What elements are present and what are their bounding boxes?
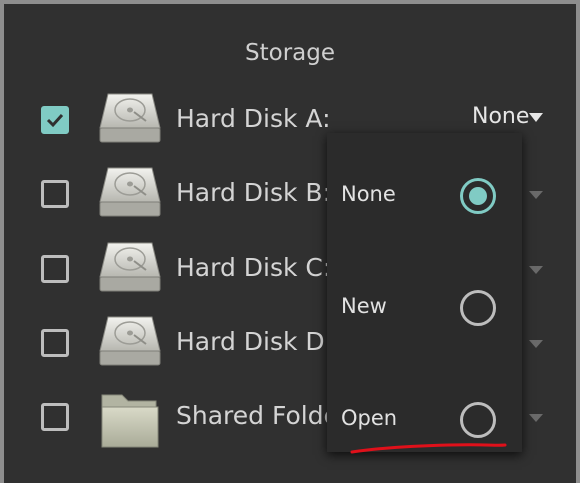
hard-disk-b-checkbox[interactable] [41,180,69,208]
hard-disk-c-label: Hard Disk C: [176,253,332,282]
hard-disk-d-label: Hard Disk D: [176,327,334,356]
dropdown-arrow-icon[interactable] [529,266,543,274]
menu-option-none[interactable]: None [327,144,522,244]
menu-option-none-label: None [341,182,396,206]
radio-unselected-icon[interactable] [460,402,496,438]
shared-folder-checkbox[interactable] [41,403,69,431]
storage-source-menu: None New Open [327,133,522,454]
menu-option-new[interactable]: New [327,256,522,356]
hard-disk-d-checkbox[interactable] [41,329,69,357]
hard-disk-a-checkbox[interactable] [41,106,69,134]
folder-icon [101,394,159,448]
radio-unselected-icon[interactable] [460,290,496,326]
radio-selected-icon[interactable] [460,178,496,214]
dropdown-arrow-icon[interactable] [529,414,543,422]
hard-disk-icon [99,242,161,292]
hard-disk-a-dropdown-value[interactable]: None [472,104,529,129]
dropdown-arrow-icon[interactable] [529,340,543,348]
hard-disk-a-label: Hard Disk A: [176,104,331,133]
red-underline-annotation [350,443,507,454]
hard-disk-icon [99,93,161,143]
hard-disk-c-checkbox[interactable] [41,255,69,283]
menu-option-open-label: Open [341,406,398,430]
checkmark-icon [46,113,64,128]
storage-title: Storage [245,40,335,66]
hard-disk-icon [99,316,161,366]
dropdown-arrow-icon[interactable] [529,113,543,122]
menu-option-new-label: New [341,294,387,318]
dropdown-arrow-icon[interactable] [529,191,543,199]
hard-disk-icon [99,167,161,217]
hard-disk-b-label: Hard Disk B: [176,178,331,207]
shared-folder-label: Shared Folder [176,401,350,430]
